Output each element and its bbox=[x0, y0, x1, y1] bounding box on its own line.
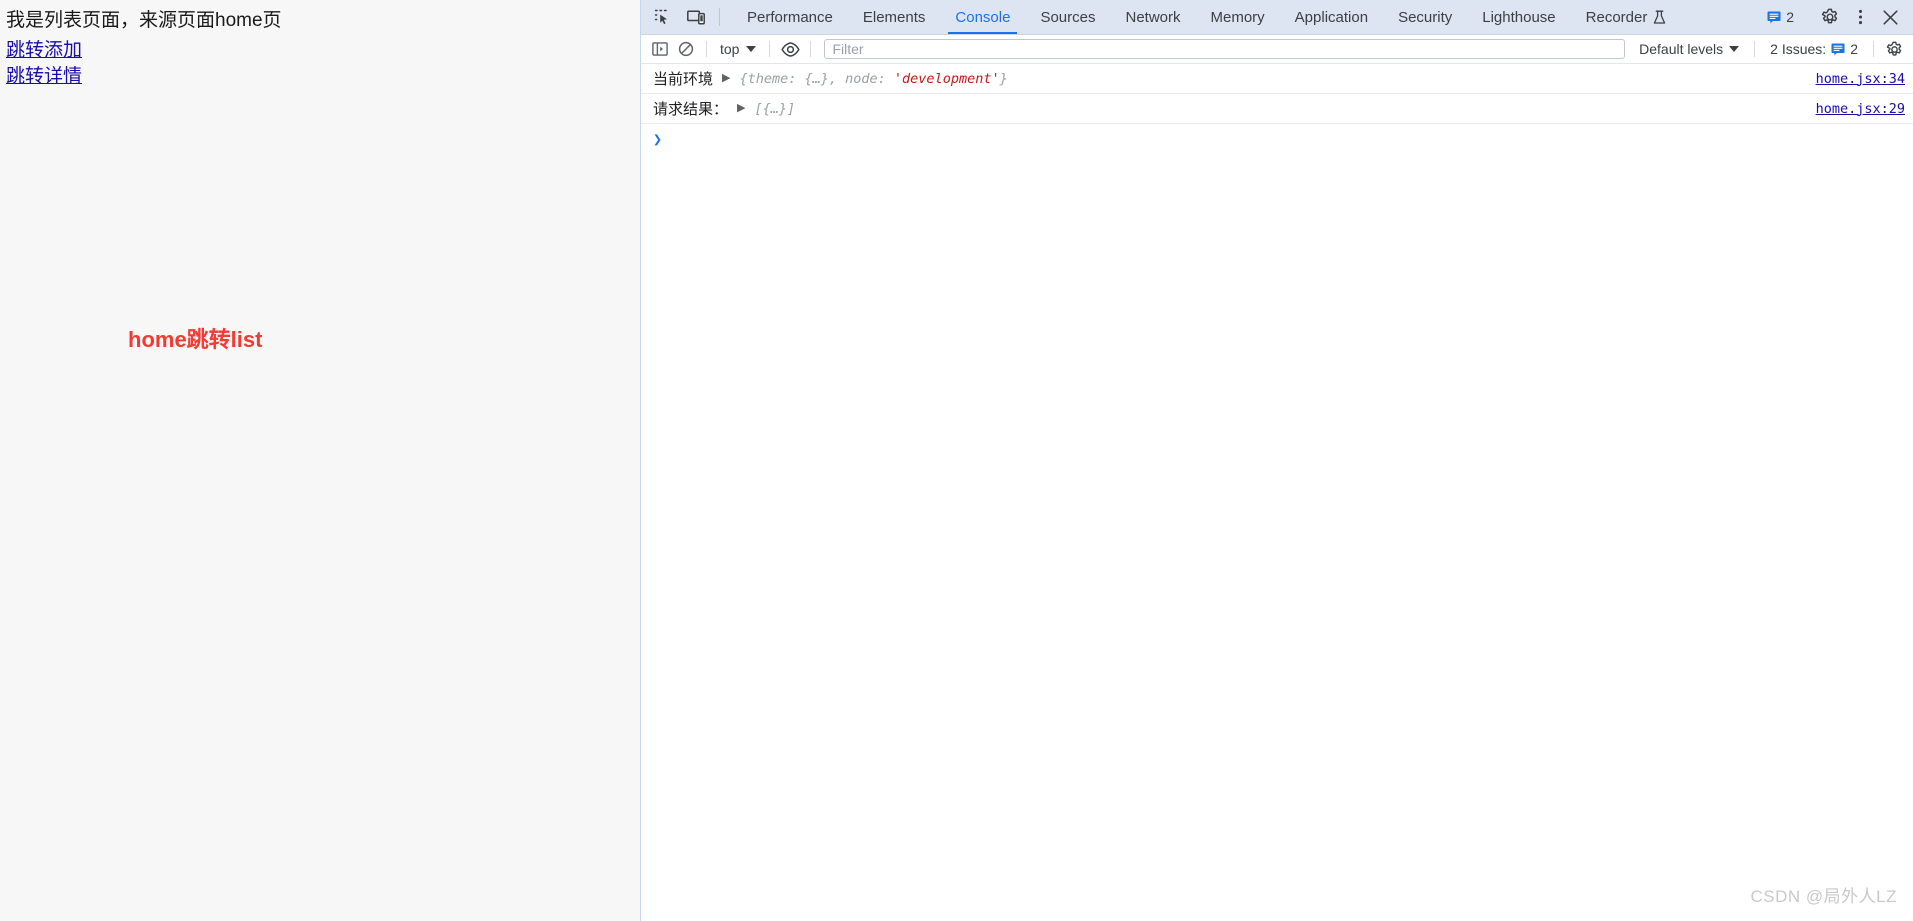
toolbar-divider bbox=[769, 41, 771, 57]
tab-security[interactable]: Security bbox=[1383, 0, 1467, 34]
issues-badge[interactable]: 2 bbox=[1759, 9, 1802, 25]
expand-triangle-icon[interactable]: ▶ bbox=[721, 73, 731, 84]
tab-application-label: Application bbox=[1294, 8, 1369, 26]
preview-suffix: } bbox=[999, 70, 1008, 87]
chevron-down-icon bbox=[746, 46, 757, 52]
tab-lighthouse-label: Lighthouse bbox=[1482, 8, 1556, 26]
tab-recorder-label: Recorder bbox=[1585, 8, 1648, 26]
preview-prefix: {theme: {…}, node: bbox=[739, 70, 894, 87]
tab-sources-label: Sources bbox=[1040, 8, 1096, 26]
tab-memory[interactable]: Memory bbox=[1196, 0, 1280, 34]
console-object-preview[interactable]: [{…}] bbox=[754, 101, 795, 117]
inspect-element-icon[interactable] bbox=[645, 0, 679, 34]
console-prompt-input[interactable] bbox=[662, 130, 1905, 148]
tab-elements-label: Elements bbox=[862, 8, 926, 26]
tab-console-label: Console bbox=[955, 8, 1011, 26]
tab-network[interactable]: Network bbox=[1110, 0, 1195, 34]
preview-prefix: [{…}] bbox=[754, 100, 796, 117]
gear-icon[interactable] bbox=[1881, 37, 1907, 61]
console-prompt-caret-icon: ❯ bbox=[653, 130, 663, 148]
issues-message-icon bbox=[1831, 42, 1845, 56]
device-toolbar-icon[interactable] bbox=[679, 0, 713, 34]
tab-lighthouse[interactable]: Lighthouse bbox=[1467, 0, 1570, 34]
tab-performance[interactable]: Performance bbox=[732, 0, 848, 34]
console-issues-link[interactable]: 2 Issues: 2 bbox=[1762, 41, 1866, 57]
screenshot-root: 我是列表页面，来源页面home页 跳转添加 跳转详情 home跳转list Pe… bbox=[0, 0, 1913, 921]
console-message-label: 当前环境 bbox=[653, 71, 714, 88]
console-toolbar: top Default levels 2 Issues: bbox=[641, 35, 1913, 64]
execution-context-selector[interactable]: top bbox=[714, 41, 762, 57]
console-message-row[interactable]: 请求结果： ▶ [{…}] home.jsx:29 bbox=[641, 94, 1913, 124]
devtools-tabstrip-actions: 2 bbox=[1759, 0, 1913, 34]
tab-sources[interactable]: Sources bbox=[1025, 0, 1110, 34]
log-levels-label: Default levels bbox=[1639, 41, 1724, 57]
link-jump-detail[interactable]: 跳转详情 bbox=[6, 64, 82, 90]
console-issues-count: 2 bbox=[1850, 41, 1858, 57]
console-filter-input[interactable] bbox=[824, 39, 1626, 59]
tab-performance-label: Performance bbox=[747, 8, 833, 26]
toolbar-divider bbox=[1873, 41, 1874, 57]
devtools-tablist: Performance Elements Console Sources Net… bbox=[732, 0, 1681, 34]
console-prompt-row[interactable]: ❯ bbox=[641, 124, 1913, 151]
tab-console[interactable]: Console bbox=[940, 0, 1025, 34]
devtools-tabstrip: Performance Elements Console Sources Net… bbox=[641, 0, 1913, 35]
log-levels-selector[interactable]: Default levels bbox=[1631, 41, 1747, 57]
page-title: 我是列表页面，来源页面home页 bbox=[6, 10, 282, 31]
console-message-list[interactable]: 当前环境 ▶ {theme: {…}, node: 'development'}… bbox=[641, 64, 1913, 921]
console-source-link[interactable]: home.jsx:34 bbox=[1796, 71, 1905, 87]
more-options-icon[interactable] bbox=[1845, 2, 1875, 32]
close-icon[interactable] bbox=[1875, 2, 1905, 32]
console-message-label: 请求结果： bbox=[653, 101, 729, 118]
devtools-panel: Performance Elements Console Sources Net… bbox=[641, 0, 1913, 921]
console-message-content: 当前环境 ▶ {theme: {…}, node: 'development'} bbox=[653, 68, 1796, 89]
tab-application[interactable]: Application bbox=[1280, 0, 1383, 34]
tab-memory-label: Memory bbox=[1210, 8, 1265, 26]
link-jump-add[interactable]: 跳转添加 bbox=[6, 38, 82, 64]
tab-recorder[interactable]: Recorder bbox=[1571, 0, 1682, 34]
execution-context-label: top bbox=[720, 41, 740, 57]
gear-icon[interactable] bbox=[1815, 2, 1845, 32]
console-source-link[interactable]: home.jsx:29 bbox=[1796, 101, 1905, 117]
experiment-flask-icon bbox=[1653, 10, 1666, 25]
console-sidebar-icon[interactable] bbox=[647, 37, 673, 61]
toolbar-divider bbox=[1754, 41, 1756, 57]
clear-console-icon[interactable] bbox=[673, 37, 699, 61]
console-object-preview[interactable]: {theme: {…}, node: 'development'} bbox=[739, 71, 1007, 87]
toolbar-divider bbox=[706, 41, 707, 57]
issues-badge-count: 2 bbox=[1786, 9, 1794, 25]
console-message-row[interactable]: 当前环境 ▶ {theme: {…}, node: 'development'}… bbox=[641, 64, 1913, 94]
console-message-content: 请求结果： ▶ [{…}] bbox=[653, 98, 1796, 119]
toolbar-divider bbox=[810, 41, 812, 57]
expand-triangle-icon[interactable]: ▶ bbox=[736, 103, 746, 114]
tab-elements[interactable]: Elements bbox=[848, 0, 941, 34]
toolbar-divider bbox=[719, 8, 720, 26]
preview-string: 'development' bbox=[893, 70, 1000, 87]
tab-security-label: Security bbox=[1398, 8, 1453, 26]
eye-icon[interactable] bbox=[777, 37, 803, 61]
chevron-down-icon bbox=[1729, 46, 1740, 52]
issues-message-icon bbox=[1767, 10, 1781, 24]
browser-page-viewport: 我是列表页面，来源页面home页 跳转添加 跳转详情 home跳转list bbox=[0, 0, 641, 921]
tab-network-label: Network bbox=[1125, 8, 1181, 26]
home-jump-list-text: home跳转list bbox=[128, 327, 263, 352]
console-issues-label: 2 Issues: bbox=[1770, 41, 1827, 57]
